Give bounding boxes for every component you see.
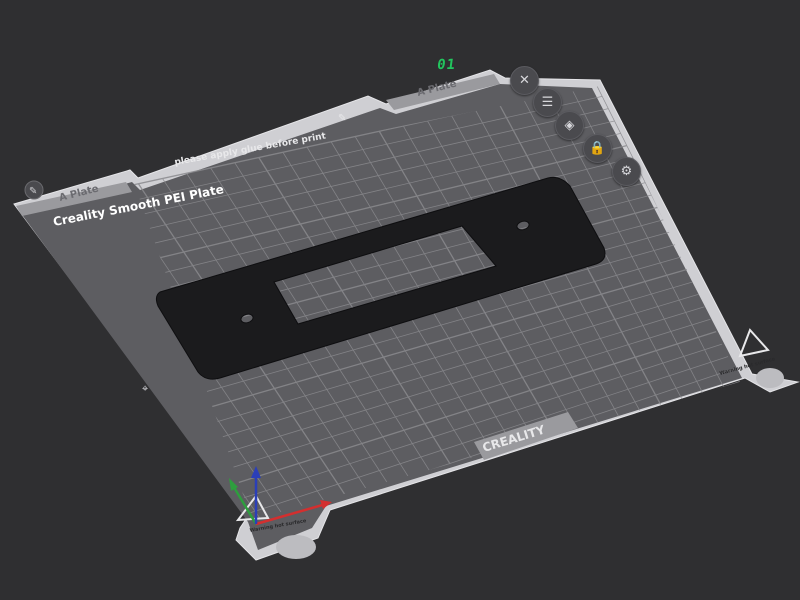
edit-plate-icon[interactable]: ✎ [29,186,37,197]
close-icon: ✕ [519,73,530,88]
build-plate-scene[interactable]: A Plate A Plate please apply glue before… [0,0,800,600]
gear-icon: ⚙ [620,164,633,179]
hot-surface-warning-icon [738,328,770,358]
lock-plate-button[interactable]: 🔒 [583,134,612,163]
fingerprint-pad-left [276,535,316,559]
bed-origin-icon: ⌖ [142,382,148,395]
3d-viewport[interactable]: A Plate A Plate please apply glue before… [0,0,800,600]
arrange-icon: ☰ [541,95,554,110]
fingerprint-pad-right [756,368,784,388]
lock-icon: 🔒 [589,141,606,156]
edit-pencil-icon[interactable]: ✎ [338,113,346,124]
plate-index: 01 [435,57,457,73]
auto-orient-icon: ◈ [564,118,575,133]
auto-orient-button[interactable]: ◈ [555,111,584,140]
close-plate-button[interactable]: ✕ [510,66,539,95]
arrange-button[interactable]: ☰ [533,88,562,117]
plate-settings-button[interactable]: ⚙ [612,157,641,186]
